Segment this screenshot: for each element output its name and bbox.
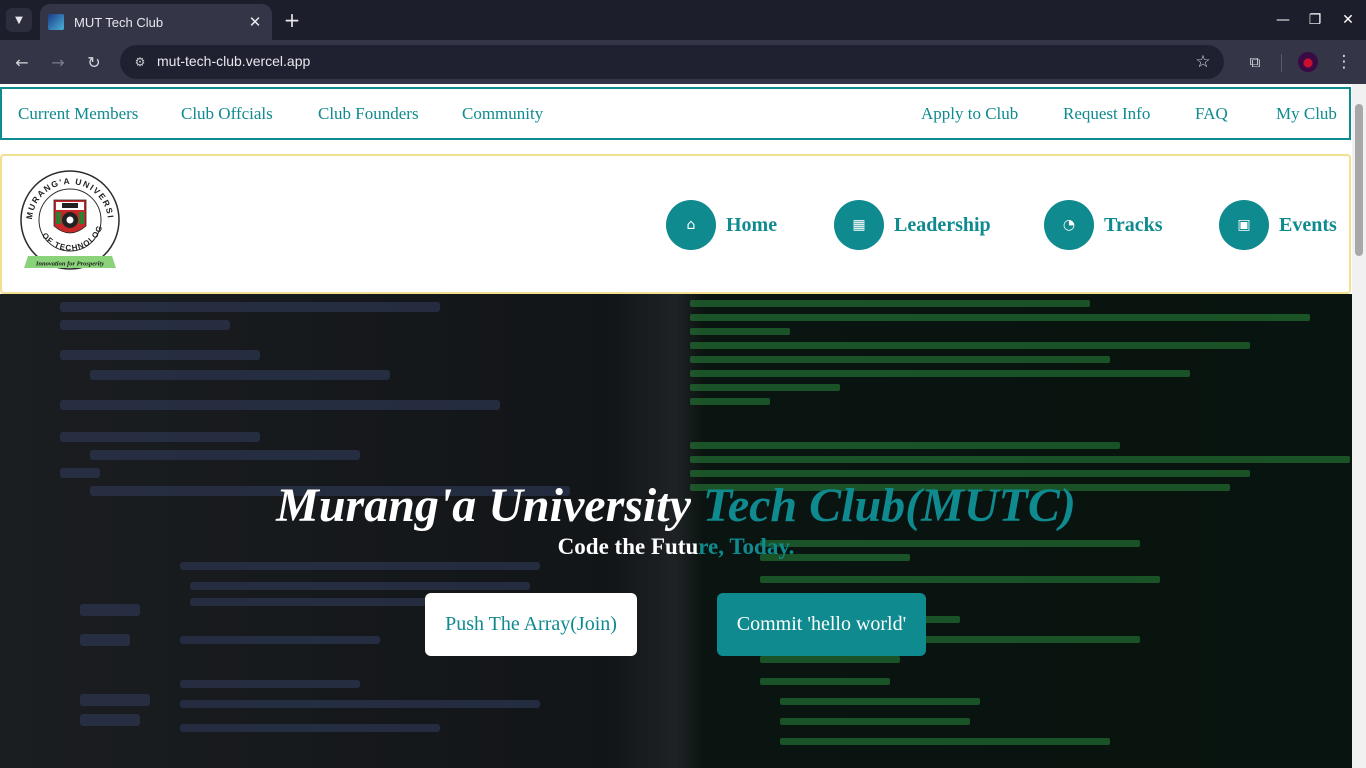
university-logo[interactable]: MURANG'A UNIVERSITY OF TECHNOLOGY Innova… — [18, 170, 122, 274]
page-viewport: Current Members Club Offcials Club Found… — [0, 84, 1366, 768]
nav-club-officials[interactable]: Club Offcials — [181, 104, 273, 124]
window-close-icon[interactable]: ✕ — [1336, 8, 1360, 32]
minimize-icon[interactable]: — — [1271, 8, 1295, 32]
calendar-icon: ▣ — [1219, 200, 1269, 250]
header-nav-home[interactable]: ⌂ Home — [666, 198, 777, 252]
hero-section: Murang'a University Tech Club(MUTC) Code… — [0, 294, 1352, 768]
join-button[interactable]: Push The Array(Join) — [425, 593, 637, 656]
browser-toolbar: ← → ↻ ⚙ mut-tech-club.vercel.app ☆ ⧉ ⋮ — [0, 40, 1366, 84]
building-icon: ▦ — [834, 200, 884, 250]
header-nav-events[interactable]: ▣ Events — [1219, 198, 1337, 252]
hero-subtitle-part2: re, Today. — [698, 534, 795, 559]
hero-title: Murang'a University Tech Club(MUTC) — [0, 478, 1352, 533]
header-nav-leadership[interactable]: ▦ Leadership — [834, 198, 991, 252]
back-icon[interactable]: ← — [8, 48, 36, 76]
track-icon: ◔ — [1044, 200, 1094, 250]
extensions-icon[interactable]: ⧉ — [1243, 50, 1267, 74]
header-nav-events-label: Events — [1279, 213, 1337, 236]
nav-apply-to-club[interactable]: Apply to Club — [921, 104, 1018, 124]
header-nav-home-label: Home — [726, 213, 778, 236]
browser-tab-bar: ▼ MUT Tech Club ✕ + — ❐ ✕ — [0, 0, 1366, 40]
header-nav-tracks-label: Tracks — [1104, 213, 1163, 236]
scrollbar-thumb[interactable] — [1355, 104, 1363, 256]
hero-title-part1: Murang'a University — [276, 479, 703, 532]
tab-title: MUT Tech Club — [74, 14, 164, 30]
url-text[interactable]: mut-tech-club.vercel.app — [157, 53, 310, 69]
close-tab-icon[interactable]: ✕ — [244, 11, 266, 33]
top-navigation: Current Members Club Offcials Club Found… — [0, 87, 1351, 140]
site-header: MURANG'A UNIVERSITY OF TECHNOLOGY Innova… — [0, 154, 1351, 294]
nav-request-info[interactable]: Request Info — [1063, 104, 1150, 124]
nav-my-club[interactable]: My Club — [1276, 104, 1337, 124]
hero-subtitle-part1: Code the Futu — [557, 534, 699, 559]
browser-tab-active[interactable]: MUT Tech Club ✕ — [40, 4, 272, 40]
nav-club-founders[interactable]: Club Founders — [318, 104, 419, 124]
bookmark-star-icon[interactable]: ☆ — [1192, 51, 1214, 73]
home-icon: ⌂ — [666, 200, 716, 250]
new-tab-button[interactable]: + — [280, 8, 304, 32]
site-info-icon[interactable]: ⚙ — [130, 52, 150, 72]
toolbar-divider — [1281, 54, 1282, 72]
tab-list-button[interactable]: ▼ — [6, 8, 32, 32]
maximize-icon[interactable]: ❐ — [1303, 8, 1327, 32]
profile-avatar[interactable] — [1298, 52, 1318, 72]
favicon-icon — [48, 14, 64, 30]
nav-current-members[interactable]: Current Members — [18, 104, 138, 124]
chevron-down-icon: ▼ — [15, 14, 23, 26]
logo-motto: Innovation for Prosperity — [35, 261, 104, 268]
header-nav-tracks[interactable]: ◔ Tracks — [1044, 198, 1163, 252]
address-bar[interactable]: ⚙ mut-tech-club.vercel.app ☆ — [120, 45, 1224, 79]
header-nav-leadership-label: Leadership — [894, 213, 991, 236]
forward-icon[interactable]: → — [44, 48, 72, 76]
nav-faq[interactable]: FAQ — [1195, 104, 1228, 124]
reload-icon[interactable]: ↻ — [80, 48, 108, 76]
hero-title-part2: Tech Club(MUTC) — [702, 479, 1076, 532]
hero-subtitle: Code the Future, Today. — [0, 534, 1352, 560]
browser-menu-icon[interactable]: ⋮ — [1333, 50, 1355, 74]
page-scrollbar[interactable] — [1352, 84, 1366, 768]
nav-community[interactable]: Community — [462, 104, 543, 124]
commit-button[interactable]: Commit 'hello world' — [717, 593, 926, 656]
